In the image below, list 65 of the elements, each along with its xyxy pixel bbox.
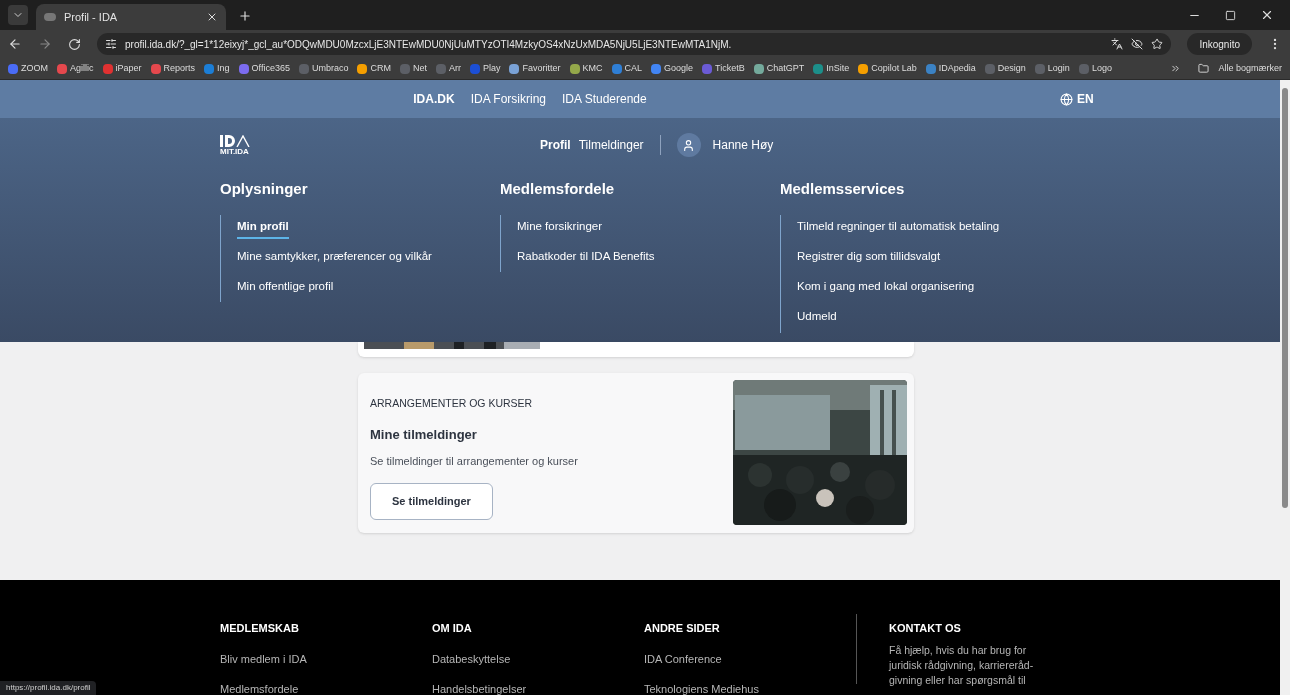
footer-heading: OM IDA: [432, 621, 473, 636]
footer-heading: MEDLEMSKAB: [220, 621, 300, 636]
menu-link[interactable]: Mine forsikringer: [517, 217, 602, 239]
top-nav-link[interactable]: IDA.DK: [413, 90, 455, 108]
bookmark-link[interactable]: Logo: [1091, 61, 1112, 76]
language-link[interactable]: EN: [1077, 90, 1094, 108]
bookmark-link[interactable]: Alle bogmærker: [1218, 61, 1282, 76]
bookmark-link[interactable]: Agillic: [70, 61, 94, 76]
menu-heading: Medlemsfordele: [500, 179, 616, 199]
footer-heading: KONTAKT OS: [889, 621, 962, 636]
header-nav-link[interactable]: Profil: [540, 136, 571, 154]
bookmark-link[interactable]: Design: [997, 61, 1026, 76]
bookmark-link[interactable]: Copilot Lab: [871, 61, 917, 76]
bookmark-link[interactable]: ZOOM: [21, 61, 48, 76]
footer-link[interactable]: Medlemsfordele: [220, 681, 432, 695]
status-url: https://profil.ida.dk/profil: [0, 681, 97, 695]
bookmark-link[interactable]: Play: [482, 61, 501, 76]
bookmark-link[interactable]: Google: [664, 61, 694, 76]
footer-link[interactable]: Bliv medlem i IDA: [220, 650, 432, 667]
bookmark-link[interactable]: TicketB: [715, 61, 745, 76]
user-name[interactable]: Hanne Høy: [712, 136, 774, 154]
menu-heading: Oplysninger: [220, 179, 309, 199]
menu-link[interactable]: Tilmeld regninger til automatisk betaling: [797, 217, 1000, 239]
bookmark-link[interactable]: InSite: [826, 61, 850, 76]
bookmark-link[interactable]: Reports: [163, 61, 196, 76]
footer-link[interactable]: Teknologiens Mediehus: [644, 681, 856, 695]
see-registrations-button[interactable]: Se tilmeldinger: [370, 482, 493, 520]
tab-title: Profil - IDA: [64, 9, 119, 25]
bookmark-link[interactable]: CAL: [624, 61, 642, 76]
bookmark-link[interactable]: Login: [1047, 61, 1070, 76]
bookmark-link[interactable]: iPaper: [115, 61, 142, 76]
browser-tab[interactable]: Profil - IDA: [36, 4, 226, 30]
bookmark-link[interactable]: KMC: [582, 61, 603, 76]
bookmark-link[interactable]: Office365: [251, 61, 290, 76]
menu-link[interactable]: Min profil: [237, 217, 289, 239]
card-eyebrow: ARRANGEMENTER OG KURSER: [370, 396, 534, 411]
bookmark-link[interactable]: CRM: [370, 61, 391, 76]
bookmark-link[interactable]: Favoritter: [522, 61, 561, 76]
bookmark-link[interactable]: Net: [412, 61, 427, 76]
footer-heading: ANDRE SIDER: [644, 621, 721, 636]
menu-link[interactable]: Min offentlige profil: [237, 278, 334, 300]
menu-link[interactable]: Mine samtykker, præferencer og vilkår: [237, 247, 432, 269]
footer-link[interactable]: Databeskyttelse: [432, 650, 644, 667]
footer-link[interactable]: IDA Conference: [644, 650, 856, 667]
menu-link[interactable]: Kom i gang med lokal organisering: [797, 278, 975, 300]
menu-link[interactable]: Rabatkoder til IDA Benefits: [517, 247, 655, 269]
bookmark-link[interactable]: IDApedia: [938, 61, 976, 76]
menu-link[interactable]: Registrer dig som tillidsvalgt: [797, 247, 941, 269]
top-nav-link[interactable]: IDA Forsikring: [470, 90, 546, 108]
card-title: Mine tilmeldinger: [370, 425, 478, 444]
menu-link[interactable]: Udmeld: [797, 308, 837, 330]
incognito-button[interactable]: Inkognito: [1187, 33, 1252, 55]
bookmark-link[interactable]: ChatGPT: [766, 61, 805, 76]
card-text: Se tilmeldinger til arrangementer og kurser: [370, 454, 579, 470]
header-nav-link[interactable]: Tilmeldinger: [578, 136, 644, 154]
menu-heading: Medlemsservices: [780, 179, 906, 199]
bookmark-link[interactable]: Ing: [217, 61, 230, 76]
url-text: profil.ida.dk/?_gl=1*12eixyj*_gcl_au*ODQwMDU0MzcxLjE3NTEwMDU0NjUuMTYzOTI4MzkyOS4xNzUxMDA5NjU5LjE3NTEwMTA1NjM.: [125, 37, 733, 52]
bookmark-link[interactable]: Arr: [448, 61, 461, 76]
contact-text: Få hjælp, hvis du har brug for juridisk rådgivning, karrierеråd- givning eller har spørgsmål til: [889, 642, 1034, 688]
address-bar[interactable]: profil.ida.dk/?_gl=1*12eixyj*_gcl_au*ODQwMDU0MzcxLjE3NTEwMDU0NjUuMTYzOTI4MzkyOS4xNzUxMDA5NjU5LjE3NTEwMTA1NjM.: [97, 33, 1172, 55]
logo-subtitle: MIT.IDA: [220, 147, 249, 156]
top-nav-link[interactable]: IDA Studerende: [562, 90, 647, 108]
bookmark-link[interactable]: Umbraco: [311, 61, 349, 76]
footer-link[interactable]: Handelsbetingelser: [432, 681, 644, 695]
